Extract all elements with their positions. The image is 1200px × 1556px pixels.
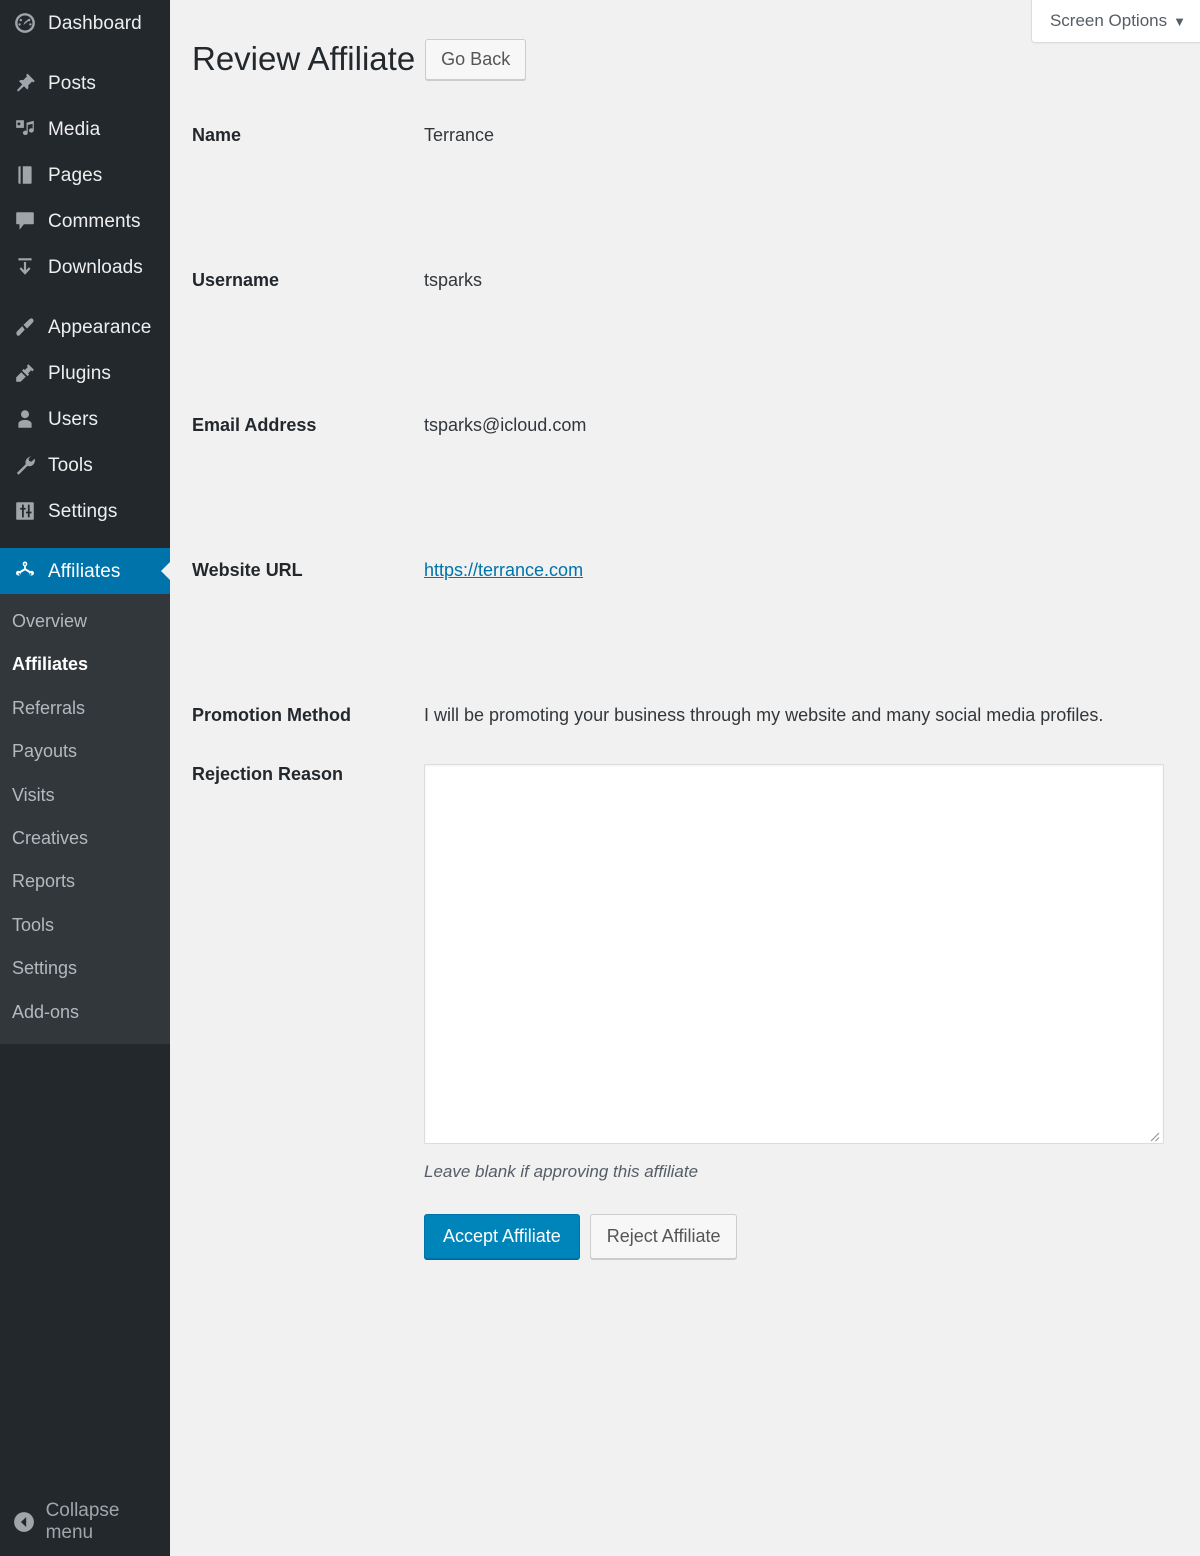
row-spacer (192, 146, 1200, 262)
row-spacer (192, 291, 1200, 407)
pin-icon (12, 70, 38, 96)
review-affiliate-form: Name Terrance Username tsparks Email Add… (170, 81, 1200, 1260)
admin-sidebar: Dashboard Posts Media Pages Comments Dow… (0, 0, 170, 1556)
menu-separator (0, 46, 170, 60)
submenu-item-settings[interactable]: Settings (0, 947, 170, 990)
go-back-button[interactable]: Go Back (425, 38, 527, 81)
sidebar-item-label: Media (48, 118, 101, 140)
menu-separator (0, 290, 170, 304)
submenu-item-tools[interactable]: Tools (0, 904, 170, 947)
sidebar-item-users[interactable]: Users (0, 396, 170, 442)
sidebar-item-settings[interactable]: Settings (0, 488, 170, 534)
comment-icon (12, 208, 38, 234)
pages-icon (12, 162, 38, 188)
sidebar-item-label: Downloads (48, 256, 143, 278)
field-label-promotion-method: Promotion Method (192, 704, 351, 725)
sidebar-item-appearance[interactable]: Appearance (0, 304, 170, 350)
field-label-name: Name (192, 124, 242, 145)
chevron-down-icon: ▼ (1173, 14, 1186, 29)
network-icon (12, 558, 38, 584)
submenu-item-visits[interactable]: Visits (0, 774, 170, 817)
main-content: Screen Options ▼ Review Affiliate Go Back… (170, 0, 1200, 1556)
field-value-website-url: https://terrance.com (424, 552, 1200, 581)
reject-affiliate-button[interactable]: Reject Affiliate (589, 1213, 738, 1260)
field-label-website-url: Website URL (192, 559, 303, 580)
website-url-link[interactable]: https://terrance.com (424, 560, 583, 580)
sidebar-item-label: Pages (48, 164, 103, 186)
submenu-item-add-ons[interactable]: Add-ons (0, 991, 170, 1034)
field-row-rejection-reason: Rejection Reason Leave blank if approvin… (192, 756, 1200, 1260)
sidebar-item-label: Comments (48, 210, 141, 232)
sidebar-item-tools[interactable]: Tools (0, 442, 170, 488)
rejection-reason-hint: Leave blank if approving this affiliate (424, 1161, 699, 1181)
field-row-name: Name Terrance (192, 117, 1200, 146)
field-label-rejection-reason: Rejection Reason (192, 763, 344, 784)
sidebar-item-posts[interactable]: Posts (0, 60, 170, 106)
submenu-item-overview[interactable]: Overview (0, 600, 170, 643)
rejection-reason-input[interactable] (424, 763, 1164, 1144)
sidebar-item-label: Affiliates (48, 560, 121, 582)
screen-options-label: Screen Options (1049, 11, 1168, 30)
screen-meta-links: Screen Options ▼ (1030, 0, 1200, 44)
dashboard-icon (12, 10, 38, 36)
screen-options-button[interactable]: Screen Options ▼ (1030, 0, 1200, 44)
sidebar-item-media[interactable]: Media (0, 106, 170, 152)
admin-page: Dashboard Posts Media Pages Comments Dow… (0, 0, 1200, 1556)
sidebar-item-label: Appearance (48, 316, 152, 338)
field-row-website-url: Website URL https://terrance.com (192, 552, 1200, 581)
field-value-email-address: tsparks@icloud.com (424, 414, 587, 435)
media-icon (12, 116, 38, 142)
accept-affiliate-button[interactable]: Accept Affiliate (424, 1213, 580, 1260)
sidebar-item-dashboard[interactable]: Dashboard (0, 0, 170, 46)
sidebar-item-label: Plugins (48, 362, 112, 384)
field-row-promotion-method: Promotion Method I will be promoting you… (192, 697, 1200, 726)
sidebar-item-downloads[interactable]: Downloads (0, 244, 170, 290)
sidebar-item-label: Users (48, 408, 99, 430)
sidebar-menu: Dashboard Posts Media Pages Comments Dow… (0, 0, 170, 594)
plug-icon (12, 360, 38, 386)
row-spacer (192, 726, 1200, 756)
sidebar-item-comments[interactable]: Comments (0, 198, 170, 244)
field-value-name: Terrance (424, 124, 495, 145)
submenu-item-payouts[interactable]: Payouts (0, 730, 170, 773)
brush-icon (12, 314, 38, 340)
form-actions: Accept Affiliate Reject Affiliate (424, 1213, 1200, 1260)
submenu-item-creatives[interactable]: Creatives (0, 817, 170, 860)
sidebar-item-affiliates[interactable]: Affiliates (0, 548, 170, 594)
row-spacer (192, 581, 1200, 697)
field-value-rejection-reason: Leave blank if approving this affiliate … (424, 756, 1200, 1260)
collapse-menu-label: Collapse menu (45, 1500, 120, 1543)
field-value-promotion-method: I will be promoting your business throug… (424, 704, 1104, 725)
sidebar-item-label: Posts (48, 72, 97, 94)
textarea-wrapper (424, 763, 1164, 1144)
submenu-item-reports[interactable]: Reports (0, 860, 170, 903)
collapse-menu-button[interactable]: Collapse menu (0, 1488, 170, 1556)
sidebar-item-pages[interactable]: Pages (0, 152, 170, 198)
submenu-item-affiliates[interactable]: Affiliates (0, 643, 170, 686)
page-title: Review Affiliate (192, 40, 416, 77)
field-value-username: tsparks (424, 269, 483, 290)
chevron-left-circle-icon (12, 1510, 36, 1534)
field-label-email-address: Email Address (192, 414, 317, 435)
sliders-icon (12, 498, 38, 524)
menu-separator (0, 534, 170, 548)
sidebar-item-label: Settings (48, 500, 118, 522)
user-icon (12, 406, 38, 432)
field-row-username: Username tsparks (192, 262, 1200, 291)
sidebar-item-label: Dashboard (48, 12, 142, 34)
sidebar-item-label: Tools (48, 454, 93, 476)
wrench-icon (12, 452, 38, 478)
sidebar-item-plugins[interactable]: Plugins (0, 350, 170, 396)
field-label-username: Username (192, 269, 280, 290)
field-row-email-address: Email Address tsparks@icloud.com (192, 407, 1200, 436)
download-icon (12, 254, 38, 280)
row-spacer (192, 436, 1200, 552)
affiliates-submenu: Overview Affiliates Referrals Payouts Vi… (0, 594, 170, 1044)
submenu-item-referrals[interactable]: Referrals (0, 687, 170, 730)
